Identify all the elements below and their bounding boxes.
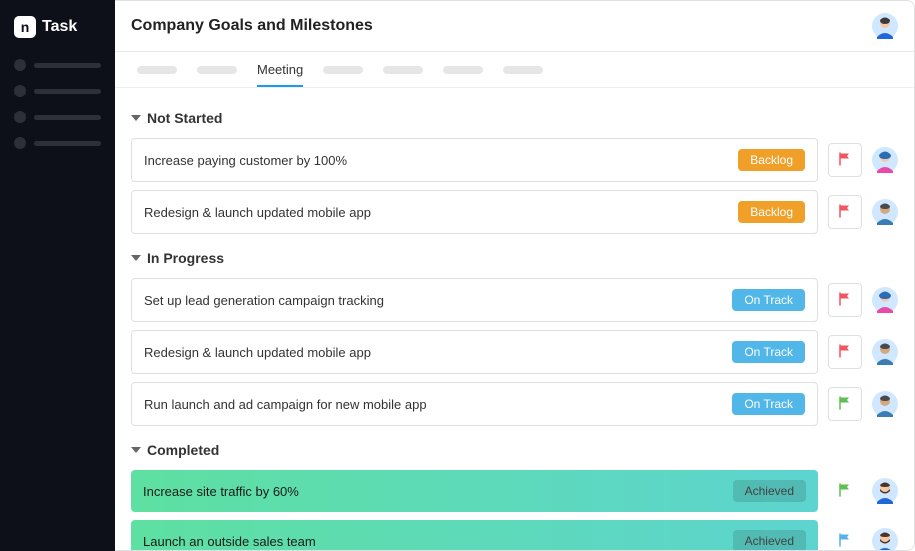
section-title: Not Started bbox=[147, 110, 222, 126]
task-row: Redesign & launch updated mobile app Back… bbox=[131, 190, 898, 234]
task-text: Launch an outside sales team bbox=[143, 534, 316, 549]
flag-button[interactable] bbox=[828, 195, 862, 229]
status-badge: Achieved bbox=[733, 480, 806, 502]
task-text: Increase paying customer by 100% bbox=[144, 153, 347, 168]
user-avatar[interactable] bbox=[872, 13, 898, 39]
flag-icon bbox=[837, 151, 853, 170]
flag-icon bbox=[837, 482, 853, 501]
task-row: Increase paying customer by 100% Backlog bbox=[131, 138, 898, 182]
chevron-down-icon bbox=[131, 255, 141, 261]
status-badge: On Track bbox=[732, 289, 805, 311]
tab-placeholder[interactable] bbox=[383, 66, 423, 74]
section: Not Started Increase paying customer by 1… bbox=[131, 106, 898, 234]
assignee-avatar[interactable] bbox=[872, 391, 898, 417]
app-logo[interactable]: n Task bbox=[0, 10, 115, 52]
flag-button[interactable] bbox=[828, 474, 862, 508]
tab-meeting[interactable]: Meeting bbox=[257, 62, 303, 87]
tab-placeholder[interactable] bbox=[197, 66, 237, 74]
tabs: Meeting bbox=[115, 52, 914, 88]
task-text: Increase site traffic by 60% bbox=[143, 484, 299, 499]
task-row: Redesign & launch updated mobile app On T… bbox=[131, 330, 898, 374]
section-title: In Progress bbox=[147, 250, 224, 266]
status-badge: Backlog bbox=[738, 201, 805, 223]
header: Company Goals and Milestones bbox=[115, 1, 914, 52]
flag-button[interactable] bbox=[828, 387, 862, 421]
task-row: Set up lead generation campaign tracking… bbox=[131, 278, 898, 322]
task-card[interactable]: Run launch and ad campaign for new mobil… bbox=[131, 382, 818, 426]
main-panel: Company Goals and Milestones Meeting Not… bbox=[115, 0, 915, 551]
content-area: Not Started Increase paying customer by 1… bbox=[115, 88, 914, 550]
task-card[interactable]: Redesign & launch updated mobile app Back… bbox=[131, 190, 818, 234]
chevron-down-icon bbox=[131, 447, 141, 453]
tab-placeholder[interactable] bbox=[323, 66, 363, 74]
nav-item[interactable] bbox=[0, 104, 115, 130]
status-badge: On Track bbox=[732, 341, 805, 363]
flag-button[interactable] bbox=[828, 524, 862, 550]
status-badge: Achieved bbox=[733, 530, 806, 550]
app-name: Task bbox=[42, 18, 77, 36]
task-card[interactable]: Increase paying customer by 100% Backlog bbox=[131, 138, 818, 182]
assignee-avatar[interactable] bbox=[872, 478, 898, 504]
assignee-avatar[interactable] bbox=[872, 147, 898, 173]
section-header[interactable]: In Progress bbox=[131, 246, 898, 270]
task-text: Run launch and ad campaign for new mobil… bbox=[144, 397, 427, 412]
page-title: Company Goals and Milestones bbox=[131, 17, 373, 35]
assignee-avatar[interactable] bbox=[872, 339, 898, 365]
assignee-avatar[interactable] bbox=[872, 528, 898, 550]
nav-item[interactable] bbox=[0, 78, 115, 104]
task-text: Redesign & launch updated mobile app bbox=[144, 345, 371, 360]
task-row: Increase site traffic by 60% Achieved bbox=[131, 470, 898, 512]
status-badge: On Track bbox=[732, 393, 805, 415]
flag-button[interactable] bbox=[828, 143, 862, 177]
logo-icon: n bbox=[14, 16, 36, 38]
task-card[interactable]: Redesign & launch updated mobile app On T… bbox=[131, 330, 818, 374]
section-title: Completed bbox=[147, 442, 219, 458]
task-card[interactable]: Increase site traffic by 60% Achieved bbox=[131, 470, 818, 512]
task-text: Redesign & launch updated mobile app bbox=[144, 205, 371, 220]
sidebar: n Task bbox=[0, 0, 115, 551]
section: Completed Increase site traffic by 60% Ach… bbox=[131, 438, 898, 550]
tab-placeholder[interactable] bbox=[443, 66, 483, 74]
tab-placeholder[interactable] bbox=[137, 66, 177, 74]
flag-icon bbox=[837, 203, 853, 222]
nav-item[interactable] bbox=[0, 52, 115, 78]
section-header[interactable]: Completed bbox=[131, 438, 898, 462]
section-header[interactable]: Not Started bbox=[131, 106, 898, 130]
nav-item[interactable] bbox=[0, 130, 115, 156]
flag-button[interactable] bbox=[828, 283, 862, 317]
assignee-avatar[interactable] bbox=[872, 199, 898, 225]
section: In Progress Set up lead generation campai… bbox=[131, 246, 898, 426]
task-card[interactable]: Set up lead generation campaign tracking… bbox=[131, 278, 818, 322]
flag-icon bbox=[837, 291, 853, 310]
task-text: Set up lead generation campaign tracking bbox=[144, 293, 384, 308]
assignee-avatar[interactable] bbox=[872, 287, 898, 313]
flag-icon bbox=[837, 532, 853, 551]
flag-button[interactable] bbox=[828, 335, 862, 369]
task-card[interactable]: Launch an outside sales team Achieved bbox=[131, 520, 818, 550]
tab-placeholder[interactable] bbox=[503, 66, 543, 74]
flag-icon bbox=[837, 343, 853, 362]
flag-icon bbox=[837, 395, 853, 414]
task-row: Launch an outside sales team Achieved bbox=[131, 520, 898, 550]
chevron-down-icon bbox=[131, 115, 141, 121]
status-badge: Backlog bbox=[738, 149, 805, 171]
task-row: Run launch and ad campaign for new mobil… bbox=[131, 382, 898, 426]
